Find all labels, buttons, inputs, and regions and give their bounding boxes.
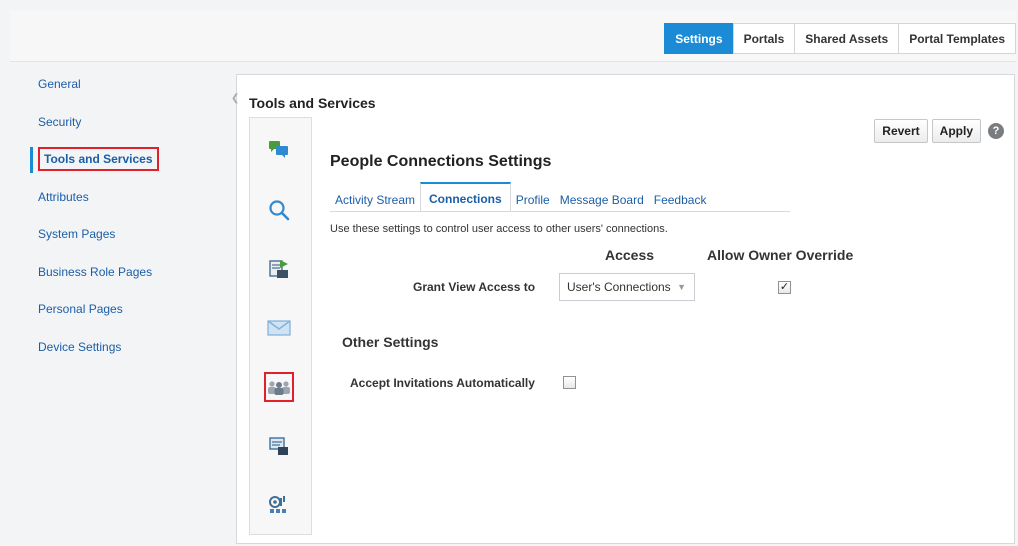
section-description: Use these settings to control user acces… xyxy=(330,223,668,235)
tab-shared-assets[interactable]: Shared Assets xyxy=(794,23,900,54)
grant-view-access-label: Grant View Access to xyxy=(413,280,536,294)
nav-item-device-settings[interactable]: Device Settings xyxy=(10,335,225,373)
nav-item-label: Business Role Pages xyxy=(38,264,153,279)
nav-item-system-pages[interactable]: System Pages xyxy=(10,222,225,260)
services-gear-icon[interactable] xyxy=(264,490,294,520)
presentation-icon[interactable] xyxy=(264,431,294,461)
subtab-profile[interactable]: Profile xyxy=(511,188,555,212)
nav-item-attributes[interactable]: Attributes xyxy=(10,185,225,223)
tab-portal-templates[interactable]: Portal Templates xyxy=(898,23,1016,54)
search-icon[interactable] xyxy=(264,195,294,225)
accept-invitations-label: Accept Invitations Automatically xyxy=(350,376,535,390)
action-buttons: Revert Apply ? xyxy=(870,119,1004,143)
main-panel: ❮ Tools and Services Revert Apply ? Peop… xyxy=(231,74,1015,544)
nav-item-security[interactable]: Security xyxy=(10,110,225,148)
subtab-message-board[interactable]: Message Board xyxy=(555,188,649,212)
nav-item-personal-pages[interactable]: Personal Pages xyxy=(10,297,225,335)
grant-view-access-select[interactable]: User's Connections ▼ xyxy=(559,273,695,301)
subtab-divider xyxy=(330,211,790,212)
revert-button[interactable]: Revert xyxy=(874,119,928,143)
chevron-down-icon: ▼ xyxy=(677,282,686,292)
nav-item-label: Personal Pages xyxy=(38,302,123,316)
nav-item-general[interactable]: General xyxy=(10,72,225,110)
tab-settings[interactable]: Settings xyxy=(664,23,734,54)
tools-icon-bar xyxy=(249,117,312,535)
other-settings-title: Other Settings xyxy=(342,334,439,350)
page-title: Tools and Services xyxy=(249,95,376,111)
subtab-connections[interactable]: Connections xyxy=(420,182,511,212)
document-export-icon[interactable] xyxy=(264,254,294,284)
chat-bubbles-icon[interactable] xyxy=(264,134,294,164)
nav-item-label: Device Settings xyxy=(38,339,122,354)
nav-item-label: Security xyxy=(38,114,82,129)
nav-item-business-role-pages[interactable]: Business Role Pages xyxy=(10,260,225,298)
top-tabs: Settings Portals Shared Assets Portal Te… xyxy=(664,23,1016,54)
select-value: User's Connections xyxy=(567,280,671,294)
help-icon[interactable]: ? xyxy=(988,123,1004,139)
top-bar: Settings Portals Shared Assets Portal Te… xyxy=(10,10,1016,62)
tab-portals[interactable]: Portals xyxy=(732,23,796,54)
nav-item-tools-and-services[interactable]: Tools and Services xyxy=(10,147,225,185)
mail-icon[interactable] xyxy=(264,313,294,343)
accept-invitations-checkbox[interactable] xyxy=(563,376,576,389)
left-nav: General Security Tools and Services Attr… xyxy=(10,72,225,372)
column-header-owner-override: Allow Owner Override xyxy=(707,247,854,263)
settings-subtabs: Activity Stream Connections Profile Mess… xyxy=(330,182,711,212)
people-connections-icon[interactable] xyxy=(264,372,294,402)
subtab-feedback[interactable]: Feedback xyxy=(649,188,712,212)
collapse-handle[interactable]: ❮ xyxy=(231,93,239,107)
section-title: People Connections Settings xyxy=(330,153,552,170)
nav-item-label: Tools and Services xyxy=(38,147,159,171)
apply-button[interactable]: Apply xyxy=(931,119,981,143)
nav-item-label: General xyxy=(38,77,81,91)
nav-item-label: Attributes xyxy=(38,189,89,204)
allow-owner-override-checkbox[interactable]: ✓ xyxy=(778,281,791,294)
column-header-access: Access xyxy=(605,247,655,263)
subtab-activity-stream[interactable]: Activity Stream xyxy=(330,188,420,212)
nav-item-label: System Pages xyxy=(38,227,116,241)
